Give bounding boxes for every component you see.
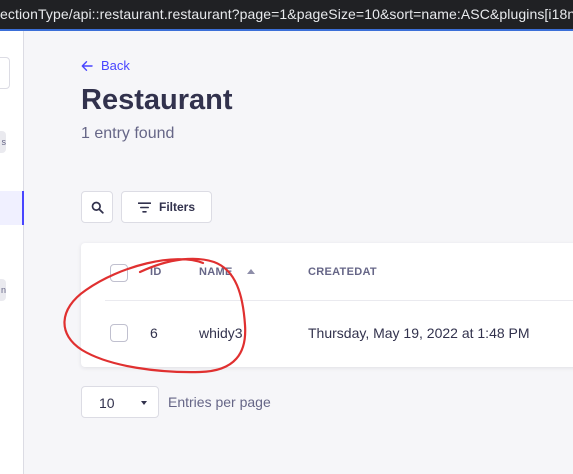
search-icon [91,201,104,214]
arrow-left-icon [81,60,93,71]
url-text: ectionType/api::restaurant.restaurant?pa… [0,6,573,22]
header-divider [105,300,573,301]
sidebar-count-badge: n [0,279,6,301]
entry-count: 1 entry found [81,125,175,142]
filter-icon [137,201,151,213]
page-size-select[interactable]: 10 [81,386,159,418]
cell-name: whidy3 [199,325,243,341]
back-label: Back [101,58,130,73]
sort-ascending-icon[interactable] [247,269,255,274]
row-checkbox[interactable] [110,324,128,342]
entries-table: ID NAME CREATEDAT 6 whidy3 Thursday, May… [81,243,573,367]
column-header-id[interactable]: ID [150,266,162,278]
cell-createdat: Thursday, May 19, 2022 at 1:48 PM [308,325,530,341]
filters-label: Filters [158,200,195,214]
sidebar-search-button[interactable] [0,57,10,89]
search-button[interactable] [81,191,113,223]
page-size-value: 10 [99,395,115,411]
select-all-checkbox[interactable] [110,264,128,282]
browser-url-bar[interactable]: ectionType/api::restaurant.restaurant?pa… [0,0,573,31]
back-link[interactable]: Back [81,58,130,73]
entries-per-page-label: Entries per page [168,394,271,410]
page-title: Restaurant [81,84,233,116]
column-header-createdat[interactable]: CREATEDAT [308,266,377,278]
sidebar-item-active[interactable] [0,191,24,225]
column-header-name[interactable]: NAME [199,266,233,278]
sidebar: s n [0,31,24,474]
filters-button[interactable]: Filters [121,191,212,223]
sidebar-count-badge: s [0,131,6,153]
chevron-down-icon [141,401,147,405]
cell-id: 6 [150,325,158,341]
